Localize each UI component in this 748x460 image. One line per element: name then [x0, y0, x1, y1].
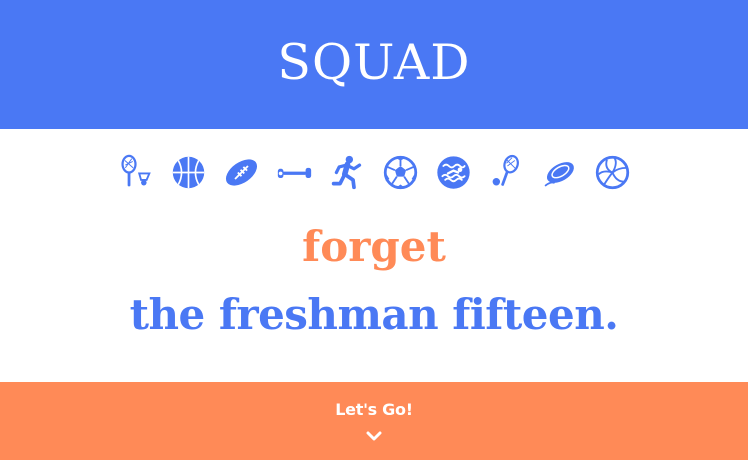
tennis-icon: [488, 154, 525, 191]
lets-go-button[interactable]: Let's Go!: [0, 382, 748, 460]
soccer-ball-icon: [382, 154, 419, 191]
brand-title: SQUAD: [277, 34, 471, 91]
cta-label: Let's Go!: [335, 400, 413, 419]
runner-icon: [329, 154, 366, 191]
header-banner: SQUAD: [0, 0, 748, 129]
tagline-forget: forget: [302, 222, 446, 271]
badminton-icon: [117, 154, 154, 191]
basketball-icon: [170, 154, 207, 191]
swimming-icon: [435, 154, 472, 191]
volleyball-icon: [594, 154, 631, 191]
chevron-down-icon: [366, 431, 382, 441]
football-icon: [223, 154, 260, 191]
dumbbell-icon: [276, 154, 313, 191]
sports-icon-row: [0, 154, 748, 194]
frisbee-icon: [541, 154, 578, 191]
tagline-freshman-fifteen: the freshman fifteen.: [129, 290, 619, 339]
